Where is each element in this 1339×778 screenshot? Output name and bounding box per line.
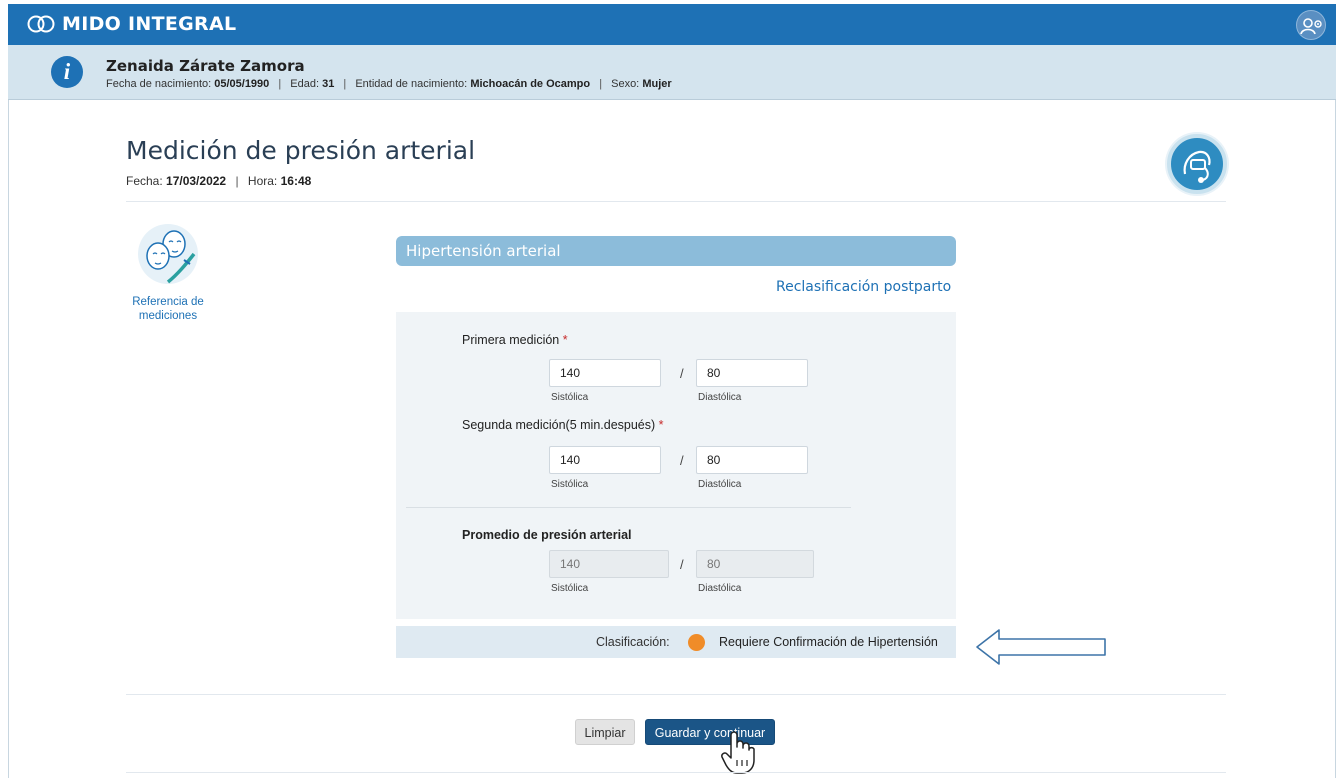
second-diastolic-label: Diastólica bbox=[698, 479, 742, 490]
classification-value: Requiere Confirmación de Hipertensión bbox=[719, 635, 938, 649]
average-systolic-field: 140 bbox=[549, 550, 669, 578]
hand-pointer-cursor-icon bbox=[721, 731, 755, 774]
date-label: Fecha: bbox=[126, 174, 163, 188]
patient-info-bar: i Zenaida Zárate Zamora Fecha de nacimie… bbox=[8, 45, 1336, 100]
time-value: 16:48 bbox=[280, 174, 312, 188]
page-title: Medición de presión arterial bbox=[126, 136, 476, 165]
age-value: 31 bbox=[322, 78, 335, 90]
average-diastolic-field: 80 bbox=[696, 550, 814, 578]
time-label: Hora: bbox=[247, 174, 278, 188]
second-measurement-label: Segunda medición(5 min.después) * bbox=[462, 418, 664, 432]
sex-label: Sexo: bbox=[611, 78, 640, 90]
classification-label: Clasificación: bbox=[596, 635, 670, 649]
date-value: 17/03/2022 bbox=[166, 174, 227, 188]
app-logo[interactable]: MIDO INTEGRAL bbox=[26, 13, 236, 35]
average-label: Promedio de presión arterial bbox=[462, 528, 632, 542]
hypertension-section-header: Hipertensión arterial bbox=[396, 236, 956, 266]
blood-pressure-form: Primera medición * 140 / 80 Sistólica Di… bbox=[396, 312, 956, 619]
page-datetime: Fecha: 17/03/2022 | Hora: 16:48 bbox=[126, 174, 312, 188]
measurement-reference-link[interactable]: Referencia de mediciones bbox=[122, 220, 214, 323]
panel-divider bbox=[406, 507, 851, 508]
main-content: Medición de presión arterial Fecha: 17/0… bbox=[8, 100, 1336, 778]
info-icon[interactable]: i bbox=[51, 56, 83, 88]
second-systolic-label: Sistólica bbox=[551, 479, 589, 490]
second-systolic-input[interactable]: 140 bbox=[549, 446, 661, 474]
postpartum-reclassification-link[interactable]: Reclasificación postparto bbox=[776, 279, 951, 295]
birth-state-label: Entidad de nacimiento: bbox=[355, 78, 468, 90]
top-navigation-bar: MIDO INTEGRAL bbox=[8, 4, 1336, 45]
clear-button[interactable]: Limpiar bbox=[575, 719, 635, 745]
logo-rings-icon bbox=[27, 15, 55, 33]
average-systolic-label: Sistólica bbox=[551, 583, 589, 594]
left-arrow-annotation-icon bbox=[976, 629, 1106, 665]
divider bbox=[126, 772, 1226, 773]
second-diastolic-input[interactable]: 80 bbox=[696, 446, 808, 474]
divider bbox=[126, 201, 1226, 202]
faces-reference-icon bbox=[138, 224, 198, 284]
first-systolic-input[interactable]: 140 bbox=[549, 359, 661, 387]
first-diastolic-label: Diastólica bbox=[698, 392, 742, 403]
average-diastolic-label: Diastólica bbox=[698, 583, 742, 594]
first-measurement-label: Primera medición * bbox=[462, 333, 568, 347]
user-settings-button[interactable] bbox=[1296, 10, 1326, 40]
patient-name: Zenaida Zárate Zamora bbox=[106, 57, 305, 75]
sex-value: Mujer bbox=[642, 78, 672, 90]
classification-status-indicator bbox=[688, 634, 705, 651]
dob-value: 05/05/1990 bbox=[214, 78, 270, 90]
dob-label: Fecha de nacimiento: bbox=[106, 78, 212, 90]
blood-pressure-module-icon bbox=[1167, 134, 1227, 194]
first-diastolic-input[interactable]: 80 bbox=[696, 359, 808, 387]
classification-bar: Clasificación: Requiere Confirmación de … bbox=[396, 626, 956, 658]
patient-details: Fecha de nacimiento: 05/05/1990 | Edad: … bbox=[106, 78, 672, 90]
reference-label: Referencia de mediciones bbox=[132, 296, 204, 322]
app-title: MIDO INTEGRAL bbox=[62, 13, 237, 35]
age-label: Edad: bbox=[290, 78, 320, 90]
divider bbox=[126, 694, 1226, 695]
user-gear-icon bbox=[1300, 18, 1322, 35]
birth-state-value: Michoacán de Ocampo bbox=[470, 78, 591, 90]
first-systolic-label: Sistólica bbox=[551, 392, 589, 403]
